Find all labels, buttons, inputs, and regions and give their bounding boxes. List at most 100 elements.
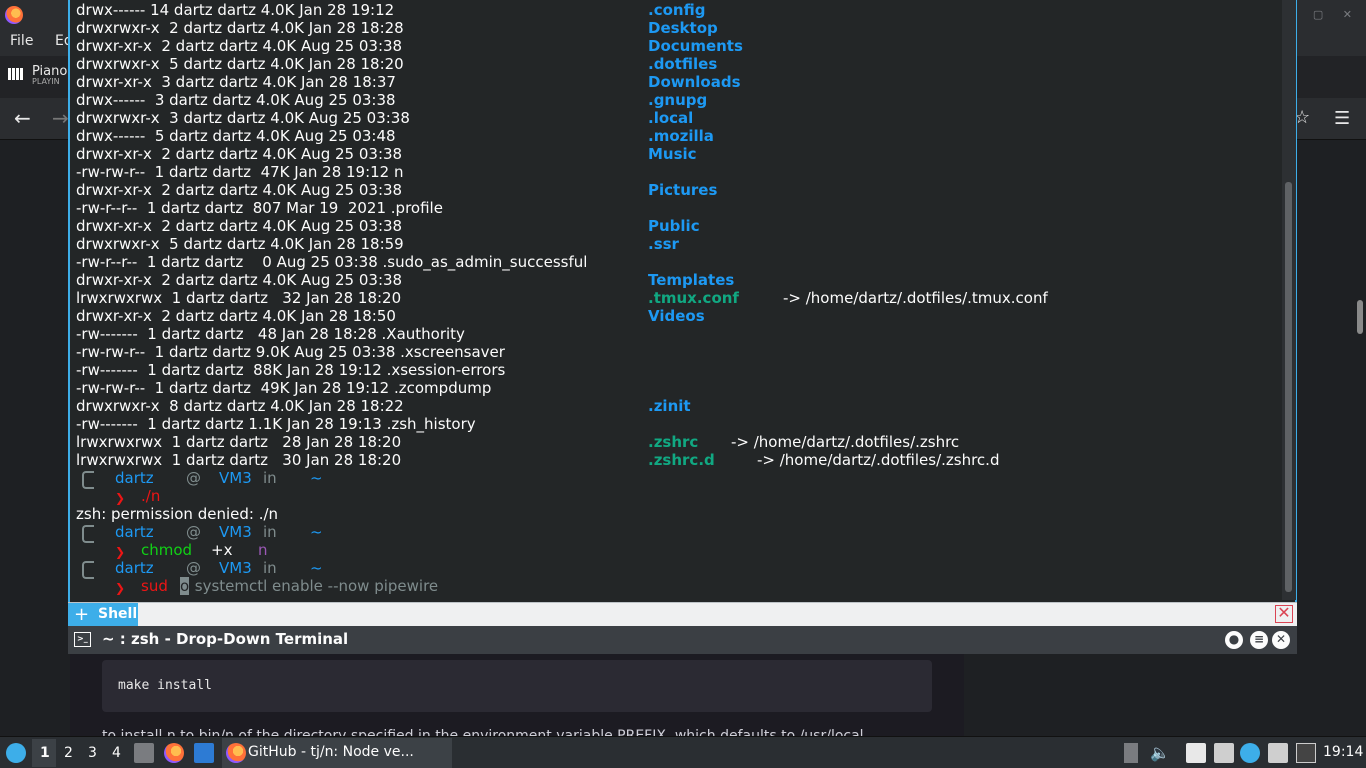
prompt-bracket — [82, 525, 94, 543]
listing-line: drwxr-xr-x 2 dartz dartz 4.0K Aug 25 03:… — [76, 37, 403, 55]
prompt-at: @ — [186, 523, 201, 541]
close-tab-icon[interactable]: ✕ — [1275, 605, 1293, 623]
listing-entry-name: Videos — [648, 307, 705, 325]
prompt-in: in — [263, 469, 277, 487]
prompt-user: dartz — [115, 523, 154, 541]
terminal-tabbar: + Shell ✕ — [68, 602, 1297, 627]
prompt-bracket — [82, 471, 94, 489]
tab-label: Shell — [98, 606, 138, 622]
app-launcher-icon[interactable] — [6, 743, 26, 763]
listing-entry-name: .dotfiles — [648, 55, 718, 73]
menu-icon[interactable]: ≡ — [1250, 631, 1268, 649]
terminal-titlebar: >_ ~ : zsh - Drop-Down Terminal ● ≡ ✕ — [68, 626, 1297, 654]
listing-entry-name: .ssr — [648, 235, 679, 253]
prompt-path: ~ — [310, 469, 323, 487]
notifications-icon[interactable] — [1268, 743, 1288, 763]
prompt-at: @ — [186, 559, 201, 577]
updates-icon[interactable] — [1240, 743, 1260, 763]
listing-line: drwxrwxr-x 8 dartz dartz 4.0K Jan 28 18:… — [76, 397, 404, 415]
prompt-in: in — [263, 559, 277, 577]
listing-line: drwxrwxr-x 5 dartz dartz 4.0K Jan 28 18:… — [76, 235, 404, 253]
prompt-bracket — [82, 561, 94, 579]
prompt-user: dartz — [115, 559, 154, 577]
listing-entry-name: .zshrc.d — [648, 451, 715, 469]
file-manager-icon[interactable] — [134, 743, 154, 763]
symlink-target: -> /home/dartz/.dotfiles/.tmux.conf — [783, 289, 1048, 307]
listing-line: lrwxrwxrwx 1 dartz dartz 28 Jan 28 18:20 — [76, 433, 402, 451]
symlink-target: -> /home/dartz/.dotfiles/.zshrc.d — [757, 451, 1000, 469]
listing-line: drwx------ 3 dartz dartz 4.0K Aug 25 03:… — [76, 91, 396, 109]
code-text: make install — [118, 678, 212, 693]
page-paragraph: to install n to bin/n of the directory s… — [102, 728, 864, 736]
battery-icon[interactable] — [1124, 743, 1138, 763]
taskbar: 1 2 3 4 GitHub - tj/n: Node ve... 🔈 19:1… — [0, 736, 1366, 768]
listing-line: drwxrwxr-x 5 dartz dartz 4.0K Jan 28 18:… — [76, 55, 404, 73]
listing-line: lrwxrwxrwx 1 dartz dartz 30 Jan 28 18:20 — [76, 451, 402, 469]
listing-line: -rw------- 1 dartz dartz 48 Jan 28 18:28… — [76, 325, 465, 343]
listing-entry-name: Templates — [648, 271, 735, 289]
task-title: GitHub - tj/n: Node ve... — [248, 744, 414, 760]
listing-line: drwxr-xr-x 2 dartz dartz 4.0K Aug 25 03:… — [76, 145, 403, 163]
task-firefox-icon — [226, 743, 246, 763]
listing-line: lrwxrwxrwx 1 dartz dartz 32 Jan 28 18:20 — [76, 289, 402, 307]
listing-entry-name: .zshrc — [648, 433, 699, 451]
new-tab-plus-icon[interactable]: + — [74, 604, 89, 625]
listing-line: -rw-rw-r-- 1 dartz dartz 47K Jan 28 19:1… — [76, 163, 404, 181]
page-scrollbar[interactable] — [1357, 300, 1363, 334]
listing-entry-name: Desktop — [648, 19, 718, 37]
terminal-scrollbar[interactable] — [1282, 0, 1296, 600]
listing-entry-name: .gnupg — [648, 91, 708, 109]
prompt-path: ~ — [310, 559, 323, 577]
listing-entry-name: Public — [648, 217, 700, 235]
terminal-cursor: o — [180, 577, 190, 595]
desktop-1[interactable]: 1 — [40, 745, 50, 761]
listing-line: -rw------- 1 dartz dartz 88K Jan 28 19:1… — [76, 361, 506, 379]
back-arrow-icon[interactable]: ← — [14, 106, 31, 130]
desktop-3[interactable]: 3 — [88, 745, 97, 761]
prompt-in: in — [263, 523, 277, 541]
listing-line: -rw-rw-r-- 1 dartz dartz 49K Jan 28 19:1… — [76, 379, 492, 397]
media-indicator[interactable]: Piano PLAYIN — [8, 64, 67, 86]
listing-line: drwx------ 14 dartz dartz 4.0K Jan 28 19… — [76, 1, 395, 19]
clipboard-icon[interactable] — [1186, 743, 1206, 763]
prompt-host: VM3 — [219, 469, 252, 487]
prompt-host: VM3 — [219, 523, 252, 541]
command-text: ./n — [141, 487, 161, 505]
piano-icon — [8, 68, 24, 80]
forward-arrow-icon[interactable]: → — [52, 106, 69, 130]
listing-entry-name: .tmux.conf — [648, 289, 739, 307]
terminal-icon: >_ — [74, 632, 91, 647]
prompt-host: VM3 — [219, 559, 252, 577]
listing-entry-name: Documents — [648, 37, 743, 55]
prompt-at: @ — [186, 469, 201, 487]
listing-entry-name: .mozilla — [648, 127, 714, 145]
volume-icon[interactable]: 🔈 — [1150, 743, 1170, 763]
desktop-4[interactable]: 4 — [112, 745, 121, 761]
close-icon[interactable]: ✕ — [1272, 631, 1290, 649]
show-desktop-icon[interactable] — [194, 743, 214, 763]
menu-file[interactable]: File — [10, 33, 33, 49]
window-title: ~ : zsh - Drop-Down Terminal — [102, 630, 349, 648]
settings-dot-icon[interactable]: ● — [1225, 631, 1243, 649]
terminal-tray-icon[interactable] — [1296, 743, 1316, 763]
clock[interactable]: 19:14 — [1323, 744, 1363, 760]
command-arg: +x — [211, 541, 233, 559]
network-icon[interactable] — [1214, 743, 1234, 763]
terminal-output[interactable]: drwx------ 14 dartz dartz 4.0K Jan 28 19… — [68, 0, 1297, 602]
listing-line: drwxrwxr-x 2 dartz dartz 4.0K Jan 28 18:… — [76, 19, 404, 37]
desktop-2[interactable]: 2 — [64, 745, 73, 761]
listing-line: -rw-r--r-- 1 dartz dartz 0 Aug 25 03:38 … — [76, 253, 588, 271]
hamburger-menu-icon[interactable]: ☰ — [1334, 108, 1350, 129]
prompt-path: ~ — [310, 523, 323, 541]
tab-shell[interactable]: + Shell — [68, 603, 138, 627]
firefox-icon — [5, 6, 23, 24]
symlink-target: -> /home/dartz/.dotfiles/.zshrc — [731, 433, 960, 451]
listing-line: drwxr-xr-x 3 dartz dartz 4.0K Jan 28 18:… — [76, 73, 396, 91]
listing-line: -rw-r--r-- 1 dartz dartz 807 Mar 19 2021… — [76, 199, 443, 217]
firefox-launcher-icon[interactable] — [164, 743, 184, 763]
dropdown-terminal: drwx------ 14 dartz dartz 4.0K Jan 28 19… — [68, 0, 1297, 656]
listing-line: drwxr-xr-x 2 dartz dartz 4.0K Jan 28 18:… — [76, 307, 396, 325]
listing-entry-name: .config — [648, 1, 706, 19]
terminal-scrollbar-thumb[interactable] — [1285, 182, 1292, 592]
command-name: chmod — [141, 541, 193, 559]
